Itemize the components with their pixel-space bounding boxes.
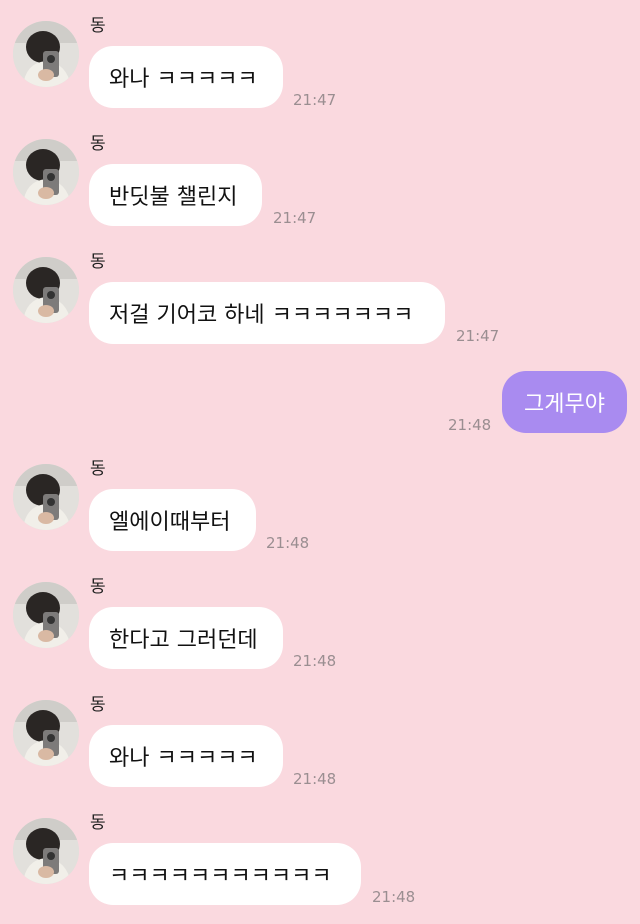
avatar[interactable] (13, 818, 79, 884)
message-bubble[interactable]: 저걸 기어코 하네 ㅋㅋㅋㅋㅋㅋㅋ (89, 282, 445, 344)
avatar[interactable] (13, 21, 79, 87)
avatar[interactable] (13, 700, 79, 766)
avatar-image (13, 21, 79, 87)
avatar-image (13, 818, 79, 884)
avatar[interactable] (13, 139, 79, 205)
message-bubble[interactable]: 반딧불 챌린지 (89, 164, 262, 226)
message-time: 21:48 (448, 416, 492, 434)
message-time: 21:48 (372, 888, 416, 906)
message-time: 21:48 (266, 534, 310, 552)
avatar-image (13, 700, 79, 766)
avatar-image (13, 464, 79, 530)
message-bubble[interactable]: 와나 ㅋㅋㅋㅋㅋ (89, 46, 283, 108)
message-bubble[interactable]: 그게무야 (502, 371, 627, 433)
sender-name: 동 (90, 695, 106, 715)
avatar[interactable] (13, 582, 79, 648)
message-bubble[interactable]: 한다고 그러던데 (89, 607, 283, 669)
sender-name: 동 (90, 459, 106, 479)
avatar[interactable] (13, 257, 79, 323)
message-time: 21:48 (293, 770, 337, 788)
avatar-image (13, 257, 79, 323)
message-time: 21:48 (293, 652, 337, 670)
message-time: 21:47 (293, 91, 337, 109)
avatar[interactable] (13, 464, 79, 530)
message-bubble[interactable]: 엘에이때부터 (89, 489, 256, 551)
avatar-image (13, 582, 79, 648)
message-time: 21:47 (456, 327, 500, 345)
message-bubble[interactable]: ㅋㅋㅋㅋㅋㅋㅋㅋㅋㅋㅋ (89, 843, 361, 905)
sender-name: 동 (90, 813, 106, 833)
message-bubble[interactable]: 와나 ㅋㅋㅋㅋㅋ (89, 725, 283, 787)
sender-name: 동 (90, 134, 106, 154)
sender-name: 동 (90, 252, 106, 272)
avatar-image (13, 139, 79, 205)
sender-name: 동 (90, 577, 106, 597)
sender-name: 동 (90, 16, 106, 36)
message-time: 21:47 (273, 209, 317, 227)
